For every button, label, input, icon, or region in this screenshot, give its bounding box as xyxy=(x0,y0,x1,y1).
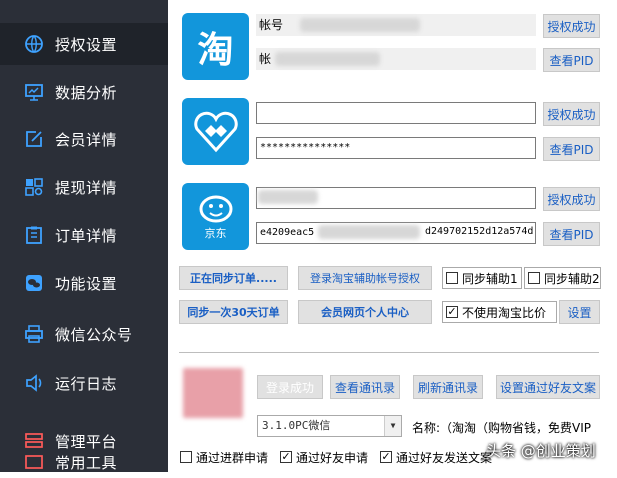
sync-assist-2-checkbox[interactable]: 同步辅助2 xyxy=(524,267,601,289)
wechat-version-select[interactable]: 3.1.0PC微信 ▼ xyxy=(257,415,402,437)
taobao-auth-button[interactable]: 授权成功 xyxy=(543,14,600,38)
sidebar-item-wechat-official[interactable]: 微信公众号 xyxy=(0,313,168,355)
settings-button[interactable]: 设置 xyxy=(559,300,600,324)
sidebar-item-auth-settings[interactable]: 授权设置 xyxy=(0,23,168,65)
view-contacts-button[interactable]: 查看通讯录 xyxy=(330,375,400,399)
watermark: 头条 @创业策划 xyxy=(486,442,596,460)
accept-group-request-label: 通过进群申请 xyxy=(196,450,269,465)
jd-key-end: d249702152d12a574d xyxy=(425,226,534,237)
wechat-login-button[interactable]: 登录成功 xyxy=(257,375,323,399)
send-friend-message-label: 通过好友发送文案 xyxy=(396,450,493,465)
sidebar-item-label: 微信公众号 xyxy=(55,325,133,344)
tools-icon xyxy=(24,452,44,472)
sync-30-days-button[interactable]: 同步一次30天订单 xyxy=(179,300,288,324)
redacted-wechat-avatar xyxy=(183,368,243,418)
sync-assist-2-label: 同步辅助2 xyxy=(544,271,600,286)
sync-assist-1-label: 同步辅助1 xyxy=(462,271,518,286)
sidebar-item-label: 会员详情 xyxy=(55,130,118,149)
globe-icon xyxy=(24,34,44,54)
checkbox-box: ✓ xyxy=(380,450,392,463)
refresh-contacts-button[interactable]: 刷新通讯录 xyxy=(413,375,483,399)
edit-icon xyxy=(24,129,44,149)
clipboard-icon xyxy=(24,225,44,245)
taobao-account-label: 帐号 xyxy=(259,18,284,32)
no-taobao-compare-label: 不使用淘宝比价 xyxy=(462,305,547,320)
server-icon xyxy=(24,431,44,451)
speaker-icon xyxy=(24,373,44,393)
taobao-logo: 淘 xyxy=(182,13,249,80)
login-taobao-assist-button[interactable]: 登录淘宝辅助帐号授权 xyxy=(298,266,432,290)
sidebar-item-label: 授权设置 xyxy=(55,35,118,54)
sidebar-item-label: 功能设置 xyxy=(55,274,118,293)
checkbox-box: ✓ xyxy=(446,305,458,318)
jd-logo-text: 京东 xyxy=(204,226,227,240)
taobao-logo-text: 淘 xyxy=(197,29,234,71)
redacted-jd-account xyxy=(258,190,318,204)
redacted-second xyxy=(275,52,380,66)
accept-friend-request-checkbox[interactable]: ✓ 通过好友申请 xyxy=(280,446,368,468)
sidebar-item-common-tools[interactable]: 常用工具 xyxy=(0,452,168,478)
send-friend-message-checkbox[interactable]: ✓ 通过好友发送文案 xyxy=(380,446,492,468)
sidebar-item-run-log[interactable]: 运行日志 xyxy=(0,362,168,404)
sync-assist-1-checkbox[interactable]: 同步辅助1 xyxy=(442,267,522,289)
checkbox-box: ✓ xyxy=(280,450,292,463)
sidebar-item-data-analysis[interactable]: 数据分析 xyxy=(0,71,168,113)
checkbox-box xyxy=(446,272,458,284)
grid-icon xyxy=(24,177,44,197)
sidebar-item-order-details[interactable]: 订单详情 xyxy=(0,214,168,256)
pinduoduo-password-value: *************** xyxy=(260,142,351,153)
taobao-pid-button[interactable]: 查看PID xyxy=(543,48,600,72)
chat-icon xyxy=(24,273,44,293)
syncing-orders-button[interactable]: 正在同步订单..... xyxy=(179,266,288,290)
jd-key-start: e4209eac5 xyxy=(260,227,315,238)
sidebar: 授权设置 数据分析 会员详情 提现详情 订单详情 功能设置 微信公众号 运行日志… xyxy=(0,0,168,472)
jd-pid-button[interactable]: 查看PID xyxy=(543,222,600,246)
sidebar-item-label: 运行日志 xyxy=(55,374,118,393)
chart-icon xyxy=(24,82,44,102)
taobao-second-label: 帐 xyxy=(259,52,272,66)
divider xyxy=(179,352,599,353)
pinduoduo-auth-button[interactable]: 授权成功 xyxy=(543,102,600,126)
pinduoduo-password-field[interactable]: *************** xyxy=(256,137,536,159)
redacted-jd-key xyxy=(318,225,420,239)
pinduoduo-pid-button[interactable]: 查看PID xyxy=(543,137,600,161)
chevron-down-icon: ▼ xyxy=(384,416,401,436)
accept-friend-request-label: 通过好友申请 xyxy=(296,450,369,465)
jd-logo: 京东 xyxy=(182,183,249,250)
redacted-account xyxy=(300,18,420,32)
accept-group-request-checkbox[interactable]: 通过进群申请 xyxy=(180,446,268,468)
printer-icon xyxy=(24,324,44,344)
wechat-version-value: 3.1.0PC微信 xyxy=(262,419,331,432)
sidebar-item-withdraw-details[interactable]: 提现详情 xyxy=(0,166,168,208)
pinduoduo-account-field[interactable] xyxy=(256,102,536,124)
jd-auth-button[interactable]: 授权成功 xyxy=(543,187,600,211)
sidebar-item-function-settings[interactable]: 功能设置 xyxy=(0,262,168,304)
sidebar-item-label: 订单详情 xyxy=(55,226,118,245)
no-taobao-compare-checkbox[interactable]: ✓ 不使用淘宝比价 xyxy=(442,301,557,323)
sidebar-item-member-details[interactable]: 会员详情 xyxy=(0,118,168,160)
member-center-button[interactable]: 会员网页个人中心 xyxy=(298,300,432,324)
sidebar-item-label: 数据分析 xyxy=(55,83,118,102)
sidebar-item-label: 提现详情 xyxy=(55,178,118,197)
pinduoduo-logo xyxy=(182,98,249,165)
wechat-name-label: 名称:（淘淘（购物省钱，免费VIP xyxy=(412,421,592,435)
set-friend-message-button[interactable]: 设置通过好友文案 xyxy=(496,375,600,399)
sidebar-item-label: 常用工具 xyxy=(55,454,118,472)
sidebar-item-label: 管理平台 xyxy=(55,432,118,451)
checkbox-box xyxy=(180,451,192,463)
checkbox-box xyxy=(528,272,540,284)
